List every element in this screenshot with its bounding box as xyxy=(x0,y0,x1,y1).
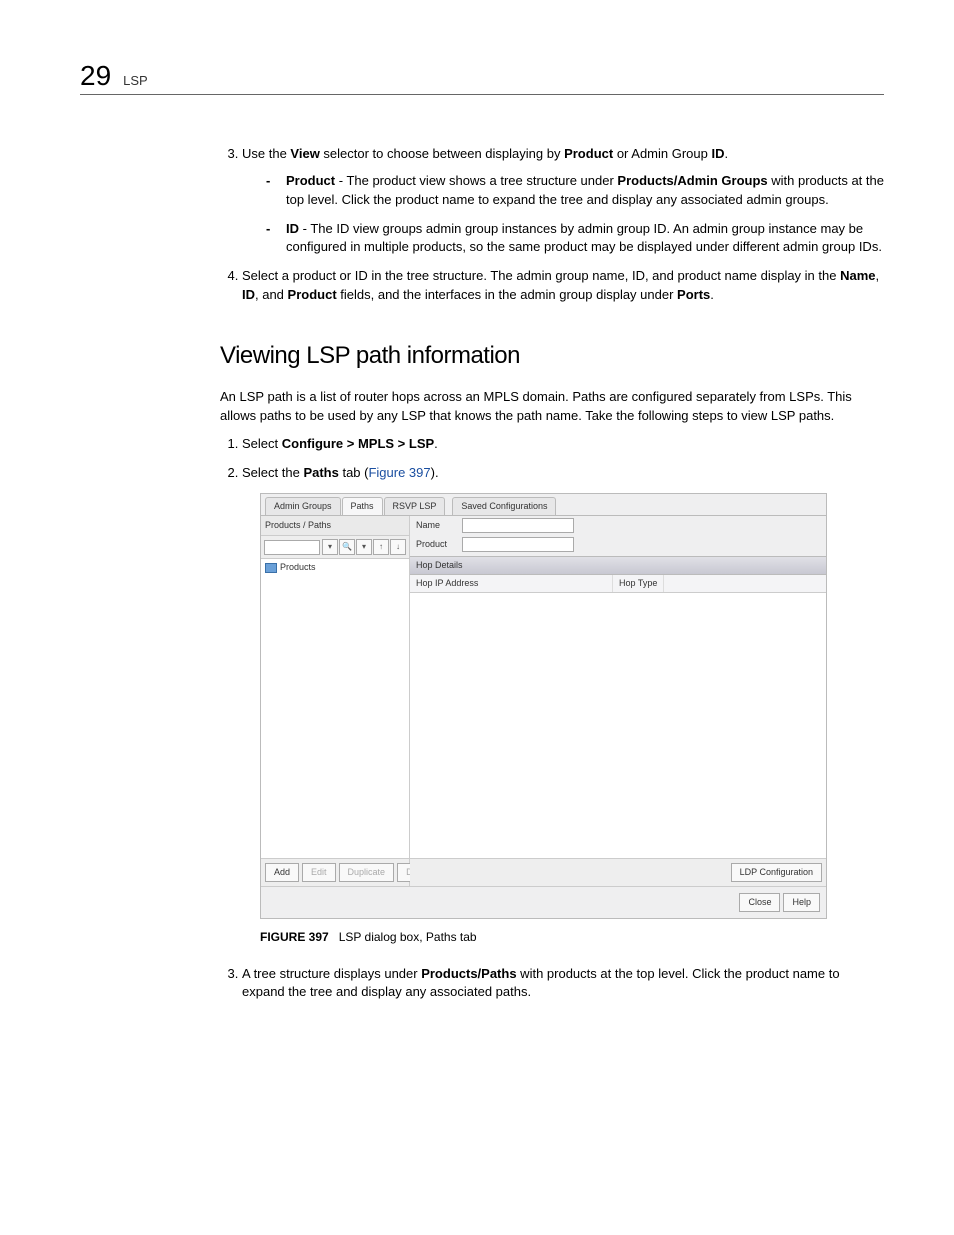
product-field[interactable] xyxy=(462,537,574,552)
ordered-list-steps: Select Configure > MPLS > LSP. Select th… xyxy=(220,435,884,483)
tab-rsvp-lsp[interactable]: RSVP LSP xyxy=(384,497,446,515)
intro-paragraph: An LSP path is a list of router hops acr… xyxy=(220,388,884,426)
list-item: Use the View selector to choose between … xyxy=(242,145,884,257)
search-input[interactable] xyxy=(264,540,320,555)
table-header: Hop IP Address Hop Type xyxy=(410,575,826,593)
tree-view[interactable]: Products xyxy=(261,559,409,858)
ordered-list-top: Use the View selector to choose between … xyxy=(220,145,884,305)
list-item: Select Configure > MPLS > LSP. xyxy=(242,435,884,454)
tab-saved-configurations[interactable]: Saved Configurations xyxy=(452,497,556,515)
folder-icon xyxy=(265,563,277,573)
list-item: A tree structure displays under Products… xyxy=(242,965,884,1003)
name-label: Name xyxy=(416,519,456,532)
page-header: 29 LSP xyxy=(80,60,884,95)
col-hop-ip[interactable]: Hop IP Address xyxy=(410,575,613,592)
tab-paths[interactable]: Paths xyxy=(342,497,383,515)
add-button[interactable]: Add xyxy=(265,863,299,882)
hop-table-body[interactable] xyxy=(410,593,826,858)
figure-caption: FIGURE 397 LSP dialog box, Paths tab xyxy=(260,929,884,946)
left-pane: Products / Paths ▾ 🔍 ▾ ↑ ↓ Products xyxy=(261,516,410,886)
tree-root-item[interactable]: Products xyxy=(265,561,405,574)
name-field[interactable] xyxy=(462,518,574,533)
duplicate-button[interactable]: Duplicate xyxy=(339,863,395,882)
close-button[interactable]: Close xyxy=(739,893,780,912)
down-arrow-icon[interactable]: ↓ xyxy=(390,539,406,555)
list-item: Select the Paths tab (Figure 397). xyxy=(242,464,884,483)
ordered-list-steps-contd: A tree structure displays under Products… xyxy=(220,965,884,1003)
tab-admin-groups[interactable]: Admin Groups xyxy=(265,497,341,515)
dash-list: Product - The product view shows a tree … xyxy=(262,172,884,257)
figure-link[interactable]: Figure 397 xyxy=(368,465,430,480)
product-label: Product xyxy=(416,538,456,551)
find-icon[interactable]: 🔍 xyxy=(339,539,355,555)
dropdown-icon[interactable]: ▾ xyxy=(356,539,372,555)
help-button[interactable]: Help xyxy=(783,893,820,912)
hop-details-header: Hop Details xyxy=(410,556,826,575)
dropdown-icon[interactable]: ▾ xyxy=(322,539,338,555)
products-paths-label: Products / Paths xyxy=(261,516,409,536)
col-hop-type[interactable]: Hop Type xyxy=(613,575,664,592)
running-head: LSP xyxy=(123,73,148,88)
chapter-number: 29 xyxy=(80,60,111,92)
edit-button[interactable]: Edit xyxy=(302,863,336,882)
ldp-configuration-button[interactable]: LDP Configuration xyxy=(731,863,822,882)
list-item: Product - The product view shows a tree … xyxy=(262,172,884,210)
list-item: Select a product or ID in the tree struc… xyxy=(242,267,884,305)
section-heading: Viewing LSP path information xyxy=(220,339,884,374)
right-pane: Name Product Hop Details Hop IP Address … xyxy=(410,516,826,886)
list-item: ID - The ID view groups admin group inst… xyxy=(262,220,884,258)
figure-screenshot: Admin Groups Paths RSVP LSP Saved Config… xyxy=(260,493,827,919)
tab-row: Admin Groups Paths RSVP LSP Saved Config… xyxy=(261,494,826,516)
up-arrow-icon[interactable]: ↑ xyxy=(373,539,389,555)
